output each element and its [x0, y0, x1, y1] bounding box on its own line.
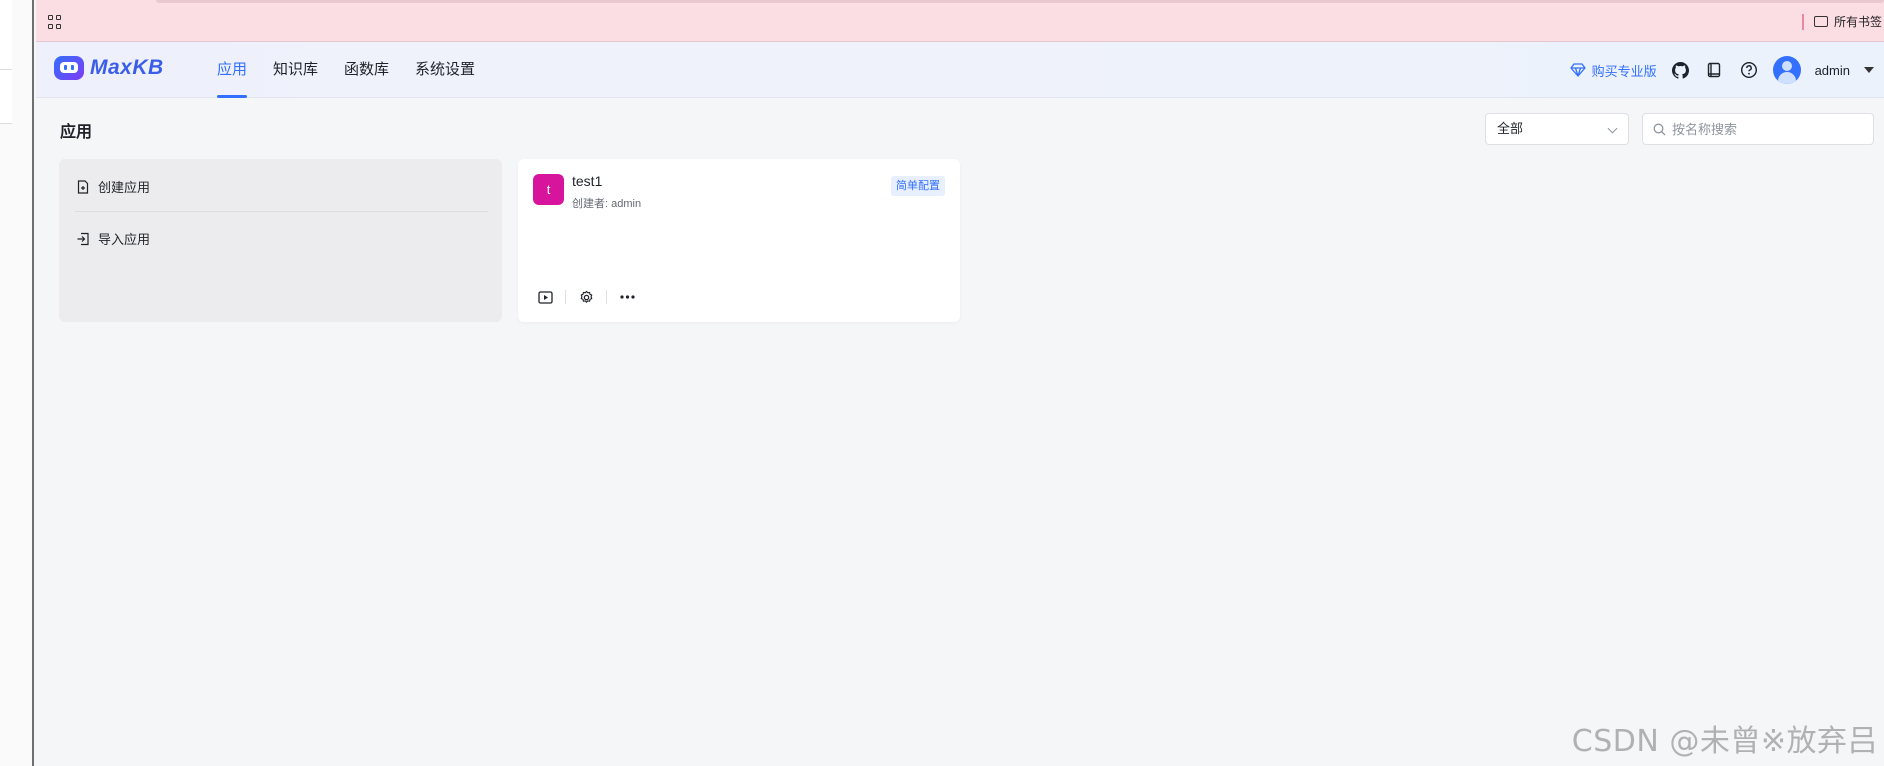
app-type-tag: 简单配置: [891, 176, 945, 196]
more-actions-button[interactable]: [617, 287, 637, 307]
apps-grid-icon[interactable]: [48, 15, 62, 29]
import-icon: [77, 232, 89, 245]
help-icon[interactable]: [1739, 60, 1759, 80]
gear-icon: [580, 290, 592, 303]
app-creator: 创建者: admin: [572, 198, 642, 210]
maxkb-logo[interactable]: MaxKB: [54, 56, 164, 80]
app-card-actions: [535, 287, 637, 307]
nav-item-applications[interactable]: 应用: [217, 42, 248, 98]
create-app-card: 创建应用 导入应用: [59, 159, 502, 322]
diamond-icon: [1569, 63, 1586, 77]
folder-icon: [1814, 16, 1828, 27]
create-app-label: 创建应用: [98, 180, 151, 195]
search-input[interactable]: [1672, 121, 1862, 137]
background-window-panel: [0, 70, 12, 124]
header-actions: 购买专业版 admin: [1569, 42, 1874, 98]
app-header: MaxKB 应用 知识库 函数库 系统设置 购买专业版 admin: [36, 42, 1884, 98]
action-divider: [565, 290, 566, 304]
filter-select-value: 全部: [1497, 121, 1524, 136]
play-icon: [537, 290, 553, 304]
search-field[interactable]: [1642, 113, 1874, 145]
page-title: 应用: [60, 124, 93, 141]
settings-button[interactable]: [576, 287, 596, 307]
more-horizontal-icon: [619, 295, 635, 299]
watermark: CSDN @未曾※放弃吕: [1571, 724, 1878, 759]
app-card[interactable]: t test1 创建者: admin 简单配置: [518, 159, 960, 322]
background-window-panel: [0, 0, 12, 70]
create-card-divider: [75, 211, 488, 212]
app-type-filter-select[interactable]: 全部: [1485, 113, 1629, 145]
run-app-button[interactable]: [535, 287, 555, 307]
search-icon: [1653, 123, 1666, 135]
all-bookmarks-folder[interactable]: 所有书签: [1814, 13, 1884, 30]
main-nav: 应用 知识库 函数库 系统设置: [217, 42, 475, 98]
user-name[interactable]: admin: [1815, 63, 1850, 78]
browser-tab-edge: [156, 0, 1884, 3]
logo-text: MaxKB: [90, 56, 164, 79]
create-app-button[interactable]: 创建应用: [76, 177, 150, 196]
browser-bookmarks-bar: 所有书签: [36, 0, 1884, 42]
background-window-strip: [0, 0, 34, 766]
robot-logo-icon: [54, 56, 84, 80]
all-bookmarks-label: 所有书签: [1834, 15, 1883, 29]
bookmarks-divider: [1802, 14, 1804, 30]
buy-pro-label: 购买专业版: [1591, 63, 1657, 79]
nav-item-knowledge-base[interactable]: 知识库: [273, 42, 318, 98]
nav-item-function-library[interactable]: 函数库: [344, 42, 389, 98]
import-app-button[interactable]: 导入应用: [76, 229, 150, 248]
user-avatar[interactable]: [1772, 56, 1801, 84]
chevron-down-icon: [1607, 123, 1618, 134]
docs-icon[interactable]: [1705, 60, 1725, 80]
chevron-down-icon[interactable]: [1864, 67, 1874, 73]
buy-pro-button[interactable]: 购买专业版: [1569, 61, 1657, 80]
create-doc-icon: [77, 179, 89, 194]
action-divider: [606, 290, 607, 304]
app-name: test1: [572, 173, 603, 189]
import-app-label: 导入应用: [98, 232, 151, 247]
nav-item-system-settings[interactable]: 系统设置: [415, 42, 475, 98]
github-icon[interactable]: [1671, 60, 1691, 80]
app-avatar: t: [533, 174, 564, 205]
